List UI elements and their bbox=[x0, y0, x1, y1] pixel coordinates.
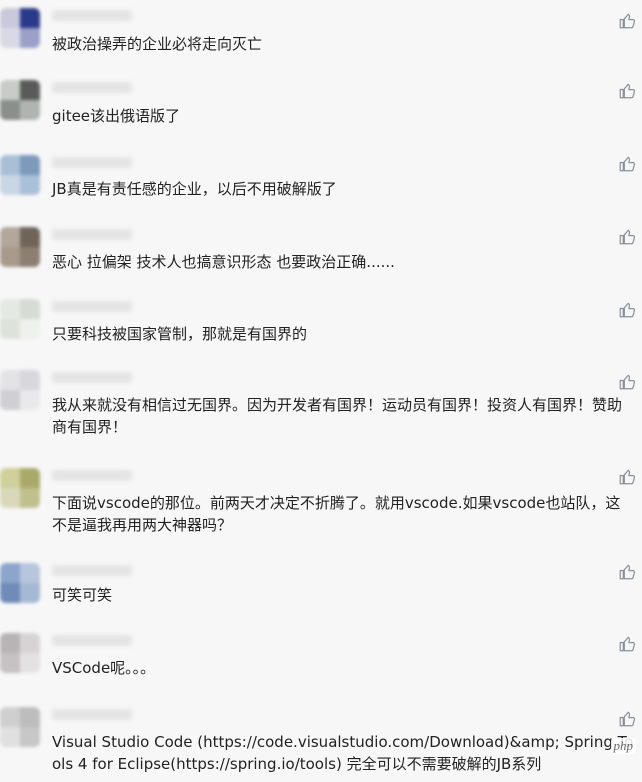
thumbs-up-icon[interactable] bbox=[618, 710, 636, 728]
username-blurred bbox=[52, 157, 132, 168]
comment-text: 可笑可笑 bbox=[52, 586, 113, 604]
thumbs-up-icon[interactable] bbox=[618, 155, 636, 173]
avatar[interactable] bbox=[0, 633, 40, 673]
comment-text: 我从来就没有相信过无国界。因为开发者有国界！运动员有国界！投资人有国界！赞助商有… bbox=[52, 396, 623, 436]
thumbs-up-icon[interactable] bbox=[618, 12, 636, 30]
comment-text: 下面说vscode的那位。前两天才决定不折腾了。就用vscode.如果vscod… bbox=[52, 494, 621, 534]
username-blurred bbox=[52, 635, 132, 646]
avatar[interactable] bbox=[0, 299, 40, 339]
username-blurred bbox=[52, 470, 132, 481]
thumbs-up-icon[interactable] bbox=[618, 373, 636, 391]
avatar[interactable] bbox=[0, 155, 40, 195]
comment-text: JB真是有责任感的企业，以后不用破解版了 bbox=[52, 180, 337, 198]
thumbs-up-icon[interactable] bbox=[618, 563, 636, 581]
username-blurred bbox=[52, 82, 132, 93]
username-blurred bbox=[52, 565, 132, 576]
comment-text: Visual Studio Code (https://code.visuals… bbox=[52, 733, 634, 773]
thumbs-up-icon[interactable] bbox=[618, 228, 636, 246]
thumbs-up-icon[interactable] bbox=[618, 468, 636, 486]
username-blurred bbox=[52, 229, 132, 240]
username-blurred bbox=[52, 10, 132, 21]
avatar[interactable] bbox=[0, 707, 40, 747]
username-blurred bbox=[52, 372, 132, 383]
thumbs-up-icon[interactable] bbox=[618, 635, 636, 653]
avatar[interactable] bbox=[0, 563, 40, 603]
watermark: php bbox=[610, 738, 636, 754]
avatar[interactable] bbox=[0, 370, 40, 410]
avatar[interactable] bbox=[0, 227, 40, 267]
username-blurred bbox=[52, 301, 132, 312]
thumbs-up-icon[interactable] bbox=[618, 301, 636, 319]
comment-text: VSCode呢。。。 bbox=[52, 659, 156, 677]
comment-text: 只要科技被国家管制，那就是有国界的 bbox=[52, 325, 308, 343]
avatar[interactable] bbox=[0, 8, 40, 48]
avatar[interactable] bbox=[0, 468, 40, 508]
thumbs-up-icon[interactable] bbox=[618, 82, 636, 100]
comment-text: 恶心 拉偏架 技术人也搞意识形态 也要政治正确...... bbox=[52, 253, 395, 271]
username-blurred bbox=[52, 709, 132, 720]
comment-text: 被政治操弄的企业必将走向灭亡 bbox=[52, 35, 263, 53]
avatar[interactable] bbox=[0, 80, 40, 120]
comment-text: gitee该出俄语版了 bbox=[52, 107, 181, 125]
